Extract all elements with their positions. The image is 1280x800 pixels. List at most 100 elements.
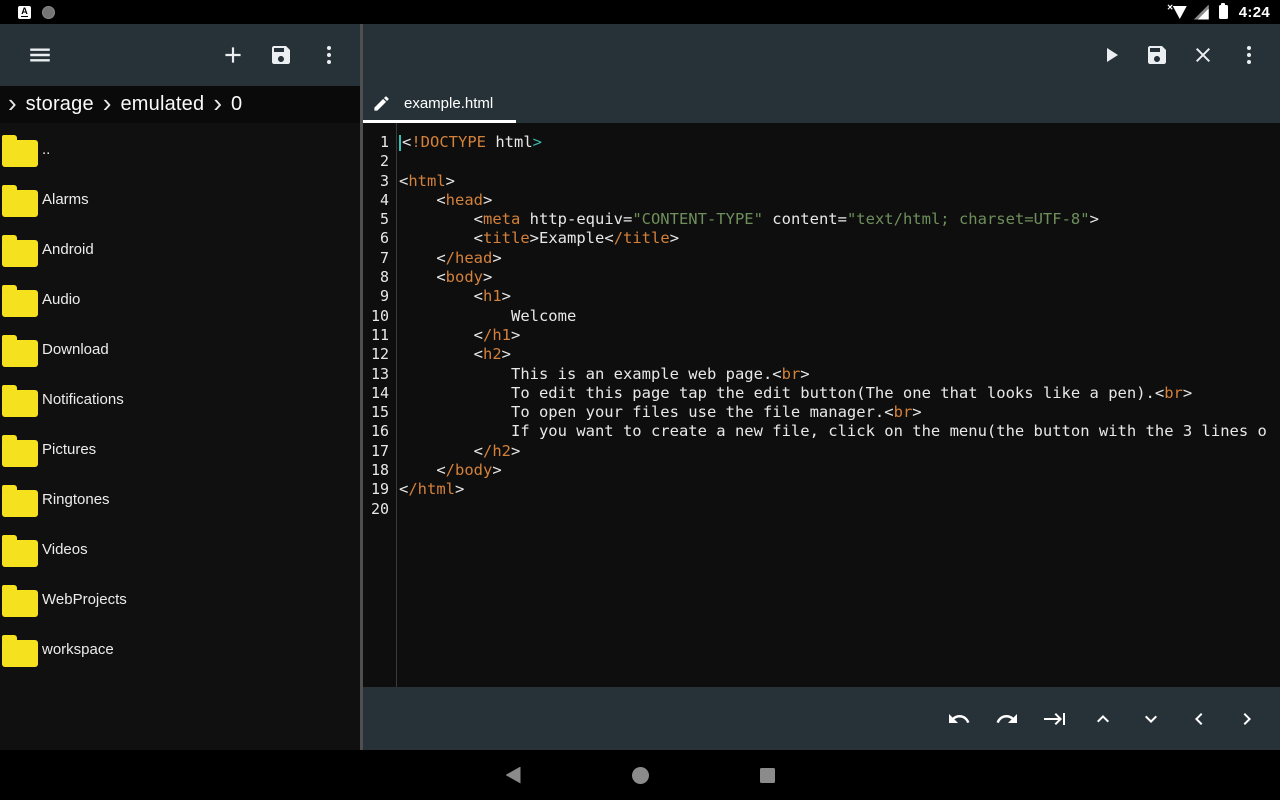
breadcrumb-item[interactable]: storage [26, 93, 94, 116]
editor-more-button[interactable] [1229, 35, 1269, 75]
folder-label: .. [42, 141, 50, 158]
line-number: 3 [380, 172, 389, 191]
chevron-right-icon: › [213, 93, 222, 113]
folder-item[interactable]: Ringtones [0, 476, 360, 526]
wifi-x-glyph: ✕ [1167, 3, 1174, 12]
line-number: 16 [371, 422, 389, 441]
folder-icon [2, 190, 38, 217]
save-file-button[interactable] [261, 35, 301, 75]
line-number: 17 [371, 442, 389, 461]
close-file-button[interactable] [1183, 35, 1223, 75]
tab-example-html[interactable]: example.html [363, 86, 516, 123]
folder-item[interactable]: Notifications [0, 376, 360, 426]
move-down-button[interactable] [1131, 699, 1171, 739]
folder-item[interactable]: .. [0, 126, 360, 176]
close-icon [1191, 43, 1215, 67]
a-notification-icon: A [18, 6, 31, 19]
folder-item[interactable]: Alarms [0, 176, 360, 226]
line-number: 7 [380, 249, 389, 268]
line-number: 19 [371, 480, 389, 499]
code-line: This is an example web page.<br> [399, 365, 1280, 384]
chevron-right-icon: › [8, 93, 17, 113]
move-up-button[interactable] [1083, 699, 1123, 739]
chevron-right-icon: › [103, 93, 112, 113]
editor-toolbar [363, 24, 1280, 86]
folder-item[interactable]: Pictures [0, 426, 360, 476]
indent-tab-icon [1043, 707, 1067, 731]
tab-label: example.html [404, 95, 493, 112]
line-number: 2 [380, 152, 389, 171]
menu-icon [27, 42, 53, 68]
editor-save-button[interactable] [1137, 35, 1177, 75]
new-file-button[interactable] [213, 35, 253, 75]
folder-item[interactable]: Videos [0, 526, 360, 576]
line-number: 14 [371, 384, 389, 403]
text-cursor-icon [399, 135, 401, 151]
move-left-button[interactable] [1179, 699, 1219, 739]
indent-button[interactable] [1035, 699, 1075, 739]
line-number: 10 [371, 307, 389, 326]
breadcrumb-item[interactable]: 0 [231, 93, 242, 116]
code-line: <h2> [399, 345, 1280, 364]
folder-item[interactable]: Audio [0, 276, 360, 326]
line-number: 9 [380, 287, 389, 306]
folder-icon [2, 290, 38, 317]
folder-icon [2, 240, 38, 267]
code-line: If you want to create a new file, click … [399, 422, 1280, 441]
line-number: 13 [371, 365, 389, 384]
chevron-left-icon [1187, 707, 1211, 731]
breadcrumb-item[interactable]: emulated [120, 93, 204, 116]
folder-item[interactable]: Android [0, 226, 360, 276]
run-button[interactable] [1091, 35, 1131, 75]
code-line: Welcome [399, 307, 1280, 326]
line-number: 15 [371, 403, 389, 422]
folder-item[interactable]: WebProjects [0, 576, 360, 626]
code-line: <meta http-equiv="CONTENT-TYPE" content=… [399, 210, 1280, 229]
back-icon[interactable] [506, 767, 521, 784]
line-number: 20 [371, 500, 389, 519]
android-nav-bar [0, 750, 1280, 800]
code-line [399, 500, 1280, 519]
folder-item[interactable]: Download [0, 326, 360, 376]
move-right-button[interactable] [1227, 699, 1267, 739]
folder-label: Videos [42, 541, 88, 558]
folder-item[interactable]: workspace [0, 626, 360, 676]
more-vert-icon [1237, 43, 1261, 67]
wifi-off-icon: ✕ [1168, 4, 1187, 20]
code-editor[interactable]: 1234567891011121314151617181920 <!DOCTYP… [363, 123, 1280, 687]
menu-button[interactable] [20, 35, 60, 75]
more-vert-icon [317, 43, 341, 67]
line-number: 1 [380, 133, 389, 152]
folder-label: Audio [42, 291, 80, 308]
recents-icon[interactable] [760, 768, 775, 783]
edit-pencil-icon [372, 94, 391, 113]
line-number: 4 [380, 191, 389, 210]
file-panel-more-button[interactable] [309, 35, 349, 75]
line-number: 11 [371, 326, 389, 345]
code-line: </h1> [399, 326, 1280, 345]
folder-list: .. Alarms Android Audio DownloadNotification… [0, 123, 360, 750]
code-line: <h1> [399, 287, 1280, 306]
folder-icon [2, 390, 38, 417]
run-icon [1099, 43, 1123, 67]
file-panel-toolbar [0, 24, 360, 86]
code-line: <!DOCTYPE html> [399, 133, 1280, 152]
line-number: 8 [380, 268, 389, 287]
tab-bar: example.html [363, 86, 1280, 123]
line-number: 12 [371, 345, 389, 364]
folder-icon [2, 590, 38, 617]
save-icon [1145, 43, 1169, 67]
redo-button[interactable] [987, 699, 1027, 739]
undo-button[interactable] [939, 699, 979, 739]
editor-pane: example.html 123456789101112131415161718… [363, 24, 1280, 750]
battery-icon [1219, 5, 1228, 19]
file-panel: › storage › emulated › 0 .. Alarms Android Audio… [0, 24, 360, 750]
add-icon [220, 42, 246, 68]
folder-label: Ringtones [42, 491, 110, 508]
status-bar-left: A [18, 6, 55, 19]
folder-label: Android [42, 241, 94, 258]
status-bar-right: ✕ 4:24 [1168, 4, 1270, 21]
code-line: </html> [399, 480, 1280, 499]
home-icon[interactable] [632, 767, 649, 784]
code-line: To open your files use the file manager.… [399, 403, 1280, 422]
